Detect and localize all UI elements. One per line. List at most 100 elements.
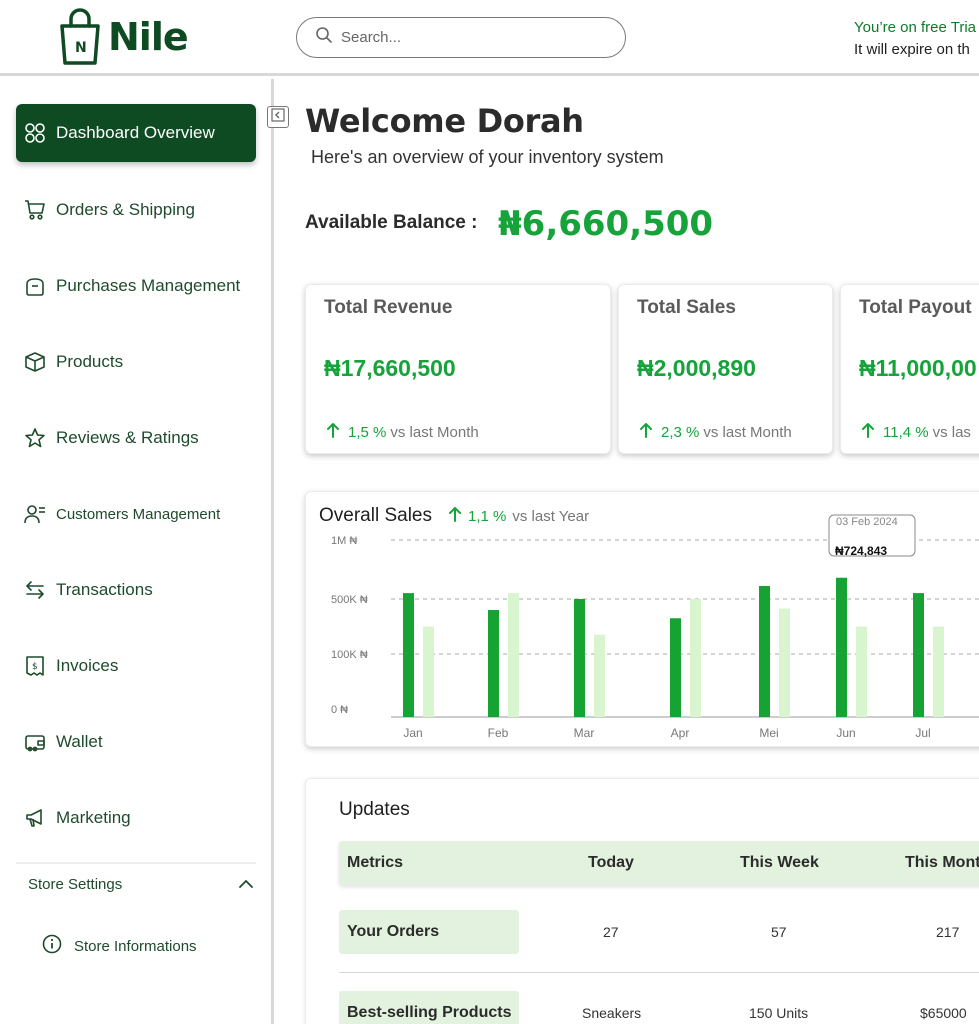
- brand-name: Nile: [108, 15, 189, 59]
- info-icon: [42, 934, 62, 958]
- trend-suffix: vs las: [932, 423, 971, 441]
- x-tick-label: Jul: [915, 726, 930, 740]
- x-tick-label: Mei: [759, 726, 778, 740]
- trend-percent: 1,5 %: [348, 423, 387, 441]
- star-icon: [24, 427, 46, 449]
- bar-series-2: [594, 634, 605, 717]
- y-tick-label: 500K ₦: [331, 594, 368, 606]
- invoice-icon: $: [24, 655, 46, 677]
- sidebar-item-label: Invoices: [56, 656, 119, 675]
- bar-series-2: [423, 626, 434, 717]
- card-title: Total Payout: [859, 297, 972, 318]
- x-tick-label: Jan: [403, 726, 422, 740]
- tooltip-date: 03 Feb 2024: [836, 516, 898, 528]
- stat-card-total-sales[interactable]: Total Sales ₦2,000,890 2,3 % vs last Mon…: [618, 284, 833, 454]
- sales-bar-chart: 0 ₦ 100K ₦ 500K ₦ 1M ₦ Jan Feb Mar Apr Mei Jun Jul…: [331, 514, 979, 740]
- search-input[interactable]: [341, 29, 601, 46]
- bar-series-2: [779, 608, 790, 717]
- cart-icon: [24, 199, 46, 221]
- card-value: ₦11,000,00: [859, 355, 977, 381]
- search-bar[interactable]: [296, 17, 626, 58]
- svg-text:N: N: [75, 40, 87, 56]
- week-cell: 57: [771, 924, 787, 940]
- y-tick-label: 100K ₦: [331, 649, 368, 661]
- y-tick-label: 1M ₦: [331, 535, 357, 547]
- trial-notice: You’re on free Tria It will expire on th: [854, 17, 976, 61]
- sidebar-item-customers-management[interactable]: Customers Management: [16, 485, 256, 543]
- updates-table-header: Metrics Today This Week This Mont: [339, 841, 979, 885]
- month-cell: $65000: [920, 1005, 967, 1021]
- sidebar: Dashboard Overview Orders & Shipping Pur…: [0, 79, 274, 1024]
- chevron-up-icon: [238, 876, 254, 893]
- column-header: Metrics: [347, 854, 404, 871]
- sidebar-item-label: Customers Management: [56, 505, 221, 523]
- sidebar-item-dashboard-overview[interactable]: Dashboard Overview: [16, 104, 256, 162]
- stat-card-total-payout[interactable]: Total Payout ₦11,000,00 11,4 % vs las: [840, 284, 979, 454]
- sidebar-item-invoices[interactable]: $ Invoices: [16, 637, 256, 695]
- box-icon: [24, 351, 46, 373]
- bar-series-2: [690, 599, 701, 717]
- sidebar-item-orders-shipping[interactable]: Orders & Shipping: [16, 181, 256, 239]
- arrow-up-icon: [861, 422, 875, 442]
- arrow-up-icon: [639, 422, 653, 442]
- bar-series-1: [836, 577, 847, 717]
- bar-series-1: [670, 618, 681, 717]
- page-subtitle: Here's an overview of your inventory sys…: [311, 147, 664, 167]
- x-tick-label: Jun: [836, 726, 855, 740]
- sidebar-item-purchases-management[interactable]: Purchases Management: [16, 257, 256, 315]
- page-title: Welcome Dorah: [305, 102, 584, 140]
- svg-text:$: $: [32, 662, 38, 672]
- trial-line-1: You’re on free Tria: [854, 19, 977, 36]
- sidebar-item-reviews-ratings[interactable]: Reviews & Ratings: [16, 409, 256, 467]
- trend-percent: 11,4 %: [883, 423, 929, 441]
- sidebar-item-label: Transactions: [56, 580, 153, 599]
- bar-series-1: [488, 610, 499, 717]
- sidebar-item-wallet[interactable]: Wallet: [16, 713, 256, 771]
- card-value: ₦2,000,890: [637, 355, 756, 381]
- tooltip-value: ₦724,843: [835, 544, 887, 558]
- sidebar-item-label: Wallet: [56, 732, 103, 751]
- sidebar-item-marketing[interactable]: Marketing: [16, 789, 256, 847]
- brand-logo[interactable]: N Nile: [58, 8, 189, 66]
- sidebar-item-transactions[interactable]: Transactions: [16, 561, 256, 619]
- table-row[interactable]: Your Orders 27 57 217: [339, 910, 979, 954]
- card-title: Total Sales: [637, 297, 736, 318]
- sidebar-item-label: Marketing: [56, 808, 131, 827]
- bar-series-2: [508, 593, 519, 717]
- collapse-icon: [271, 107, 285, 127]
- stat-card-total-revenue[interactable]: Total Revenue ₦17,660,500 1,5 % vs last …: [305, 284, 611, 454]
- trend-percent: 2,3 %: [661, 423, 700, 441]
- sidebar-item-products[interactable]: Products: [16, 333, 256, 391]
- y-tick-label: 0 ₦: [331, 704, 348, 716]
- bag-icon: [24, 275, 46, 297]
- sidebar-item-label: Orders & Shipping: [56, 200, 195, 219]
- table-row[interactable]: Best-selling Products Sneakers 150 Units…: [339, 991, 979, 1024]
- row-divider: [339, 972, 979, 973]
- sidebar-item-store-information[interactable]: Store Informations: [42, 934, 197, 958]
- sidebar-item-label: Purchases Management: [56, 276, 241, 295]
- bar-series-1: [759, 586, 770, 717]
- x-tick-label: Feb: [488, 726, 509, 740]
- bar-series-1: [913, 593, 924, 717]
- store-information-label: Store Informations: [74, 937, 197, 955]
- store-settings-toggle[interactable]: Store Settings: [28, 876, 254, 893]
- today-cell: 27: [603, 924, 619, 940]
- trial-line-2: It will expire on th: [854, 41, 970, 58]
- sidebar-item-label: Reviews & Ratings: [56, 428, 199, 447]
- balance-label: Available Balance :: [305, 212, 478, 233]
- week-cell: 150 Units: [749, 1005, 809, 1021]
- megaphone-icon: [24, 807, 46, 829]
- collapse-sidebar-button[interactable]: [267, 106, 289, 128]
- x-tick-label: Mar: [574, 726, 595, 740]
- top-header: N Nile You’re on free Tria It will expir…: [0, 0, 979, 76]
- card-value: ₦17,660,500: [324, 355, 456, 381]
- bar-series-2: [933, 626, 944, 717]
- arrow-up-icon: [326, 422, 340, 442]
- bar-series-2: [856, 626, 867, 717]
- overall-sales-panel: Overall Sales 1,1 % vs last Year 0 ₦ 100K…: [305, 491, 979, 747]
- card-trend: 2,3 % vs last Month: [639, 422, 792, 442]
- x-tick-label: Apr: [671, 726, 690, 740]
- column-header: This Mont: [905, 854, 979, 871]
- metric-cell: Your Orders: [339, 910, 519, 954]
- sidebar-item-label: Products: [56, 352, 124, 371]
